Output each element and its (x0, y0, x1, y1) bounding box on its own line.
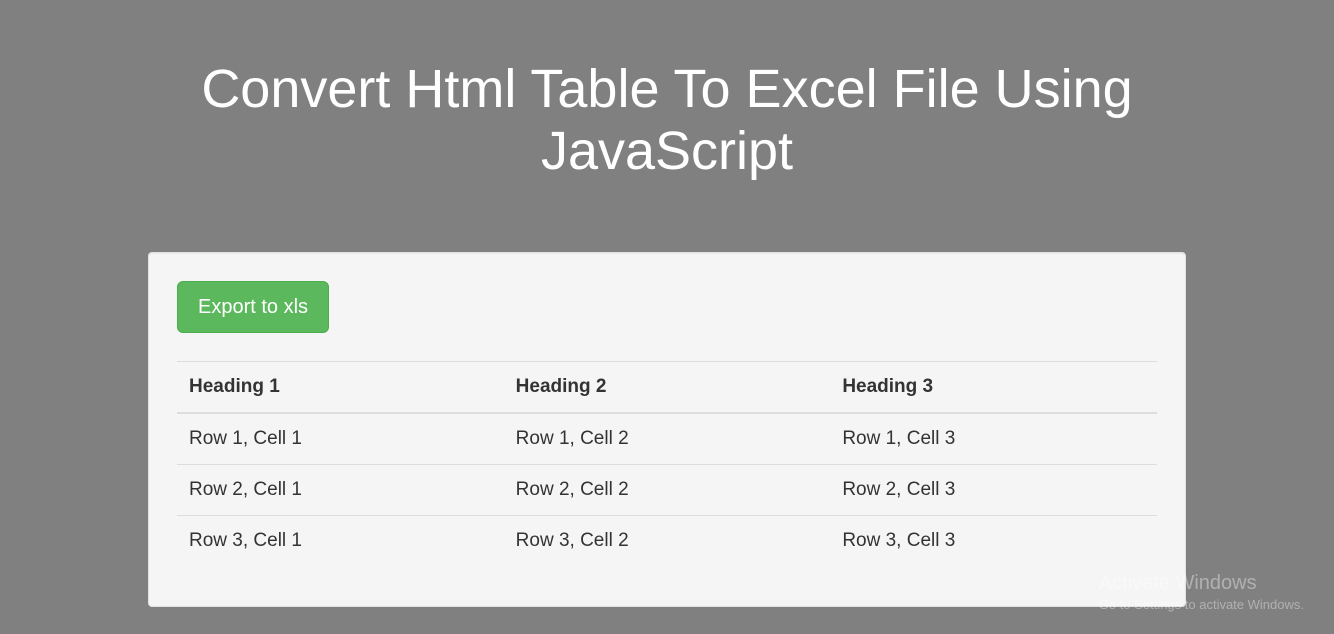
table-cell: Row 2, Cell 2 (504, 465, 831, 516)
table-header-cell: Heading 1 (177, 362, 504, 414)
windows-activation-watermark: Activate Windows Go to Settings to activ… (1099, 572, 1304, 612)
table-cell: Row 1, Cell 2 (504, 413, 831, 465)
export-button[interactable]: Export to xls (177, 281, 329, 333)
table-cell: Row 3, Cell 1 (177, 516, 504, 567)
page-title: Convert Html Table To Excel File Using J… (147, 0, 1187, 222)
content-panel: Export to xls Heading 1 Heading 2 Headin… (148, 252, 1186, 607)
watermark-subtitle: Go to Settings to activate Windows. (1099, 597, 1304, 612)
table-cell: Row 3, Cell 3 (830, 516, 1157, 567)
table-row: Row 1, Cell 1 Row 1, Cell 2 Row 1, Cell … (177, 413, 1157, 465)
data-table: Heading 1 Heading 2 Heading 3 Row 1, Cel… (177, 361, 1157, 566)
table-header-cell: Heading 3 (830, 362, 1157, 414)
table-cell: Row 3, Cell 2 (504, 516, 831, 567)
table-cell: Row 2, Cell 3 (830, 465, 1157, 516)
table-header-cell: Heading 2 (504, 362, 831, 414)
table-row: Row 2, Cell 1 Row 2, Cell 2 Row 2, Cell … (177, 465, 1157, 516)
table-row: Row 3, Cell 1 Row 3, Cell 2 Row 3, Cell … (177, 516, 1157, 567)
table-cell: Row 1, Cell 1 (177, 413, 504, 465)
table-cell: Row 1, Cell 3 (830, 413, 1157, 465)
watermark-title: Activate Windows (1099, 572, 1304, 595)
table-header-row: Heading 1 Heading 2 Heading 3 (177, 362, 1157, 414)
table-cell: Row 2, Cell 1 (177, 465, 504, 516)
